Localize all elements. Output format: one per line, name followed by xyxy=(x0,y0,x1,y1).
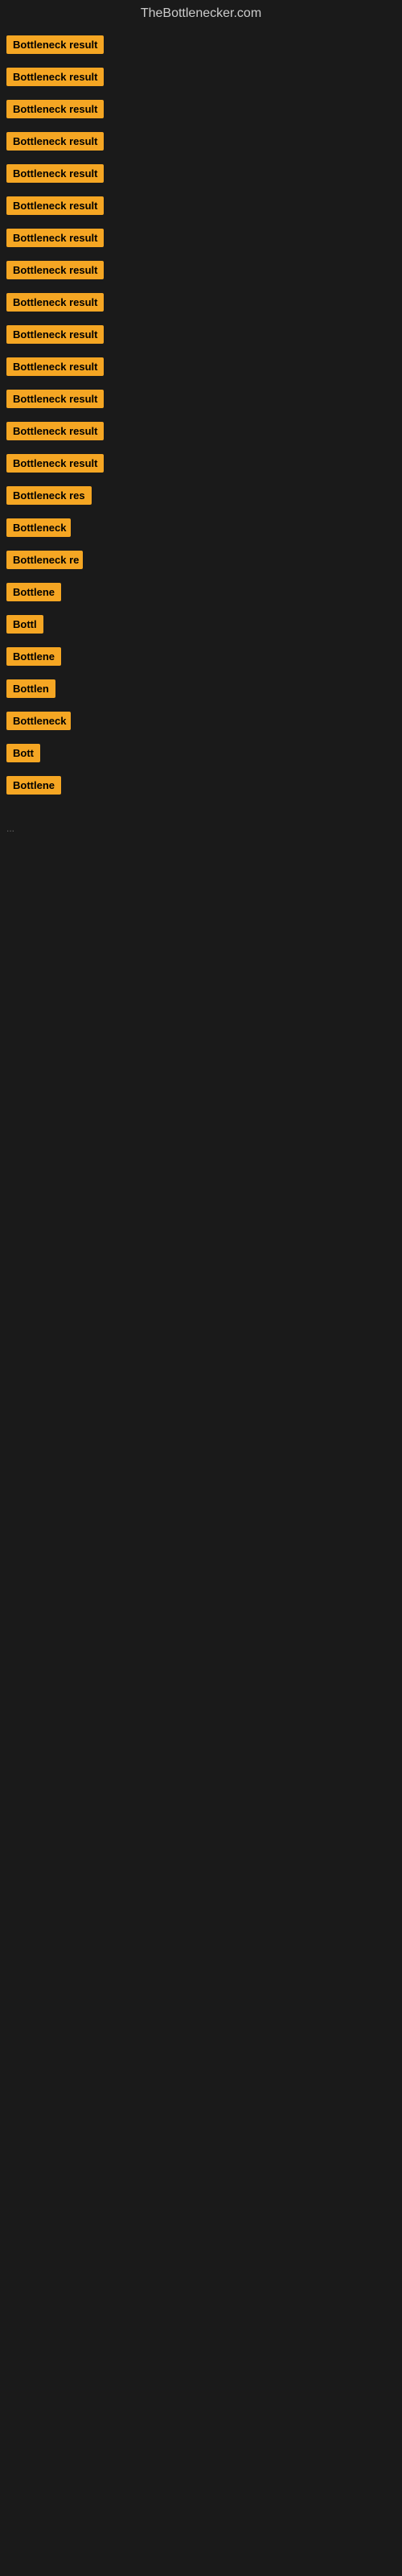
bottleneck-badge[interactable]: Bottleneck result xyxy=(6,454,104,473)
list-item: Bott xyxy=(0,739,402,771)
list-item: Bottleneck result xyxy=(0,449,402,481)
bottleneck-badge[interactable]: Bottleneck result xyxy=(6,390,104,408)
list-item: Bottlene xyxy=(0,578,402,610)
bottleneck-badge[interactable]: Bottl xyxy=(6,615,43,634)
list-item: Bottleneck result xyxy=(0,353,402,385)
list-item: Bottleneck result xyxy=(0,63,402,95)
bottleneck-badge[interactable]: Bottlene xyxy=(6,583,61,601)
bottleneck-badge[interactable]: Bottlene xyxy=(6,776,61,795)
list-item: Bottleneck result xyxy=(0,288,402,320)
items-container: Bottleneck result Bottleneck result Bottle… xyxy=(0,27,402,807)
list-item: Bottlene xyxy=(0,642,402,675)
ellipsis-area: ... xyxy=(0,807,402,850)
bottleneck-badge[interactable]: Bott xyxy=(6,744,40,762)
bottleneck-badge[interactable]: Bottleneck xyxy=(6,518,71,537)
list-item: Bottleneck xyxy=(0,707,402,739)
ellipsis-text: ... xyxy=(6,823,14,834)
bottleneck-badge[interactable]: Bottleneck re xyxy=(6,551,83,569)
bottleneck-badge[interactable]: Bottleneck result xyxy=(6,100,104,118)
bottleneck-badge[interactable]: Bottleneck xyxy=(6,712,71,730)
list-item: Bottl xyxy=(0,610,402,642)
bottleneck-badge[interactable]: Bottleneck result xyxy=(6,293,104,312)
bottleneck-badge[interactable]: Bottleneck result xyxy=(6,196,104,215)
bottleneck-badge[interactable]: Bottleneck result xyxy=(6,325,104,344)
list-item: Bottleneck xyxy=(0,514,402,546)
list-item: Bottleneck result xyxy=(0,127,402,159)
list-item: Bottleneck result xyxy=(0,256,402,288)
bottleneck-badge[interactable]: Bottleneck result xyxy=(6,132,104,151)
list-item: Bottleneck result xyxy=(0,159,402,192)
bottleneck-badge[interactable]: Bottleneck res xyxy=(6,486,92,505)
list-item: Bottleneck result xyxy=(0,192,402,224)
bottleneck-badge[interactable]: Bottleneck result xyxy=(6,357,104,376)
list-item: Bottleneck re xyxy=(0,546,402,578)
list-item: Bottleneck result xyxy=(0,31,402,63)
list-item: Bottlen xyxy=(0,675,402,707)
bottleneck-badge[interactable]: Bottleneck result xyxy=(6,35,104,54)
list-item: Bottleneck res xyxy=(0,481,402,514)
list-item: Bottlene xyxy=(0,771,402,803)
bottleneck-badge[interactable]: Bottleneck result xyxy=(6,164,104,183)
bottleneck-badge[interactable]: Bottleneck result xyxy=(6,68,104,86)
bottleneck-badge[interactable]: Bottleneck result xyxy=(6,229,104,247)
list-item: Bottleneck result xyxy=(0,417,402,449)
site-title: TheBottlenecker.com xyxy=(0,0,402,27)
bottleneck-badge[interactable]: Bottlen xyxy=(6,679,55,698)
bottleneck-badge[interactable]: Bottleneck result xyxy=(6,261,104,279)
list-item: Bottleneck result xyxy=(0,95,402,127)
list-item: Bottleneck result xyxy=(0,385,402,417)
list-item: Bottleneck result xyxy=(0,224,402,256)
title-text: TheBottlenecker.com xyxy=(141,6,261,20)
list-item: Bottleneck result xyxy=(0,320,402,353)
bottleneck-badge[interactable]: Bottlene xyxy=(6,647,61,666)
bottleneck-badge[interactable]: Bottleneck result xyxy=(6,422,104,440)
